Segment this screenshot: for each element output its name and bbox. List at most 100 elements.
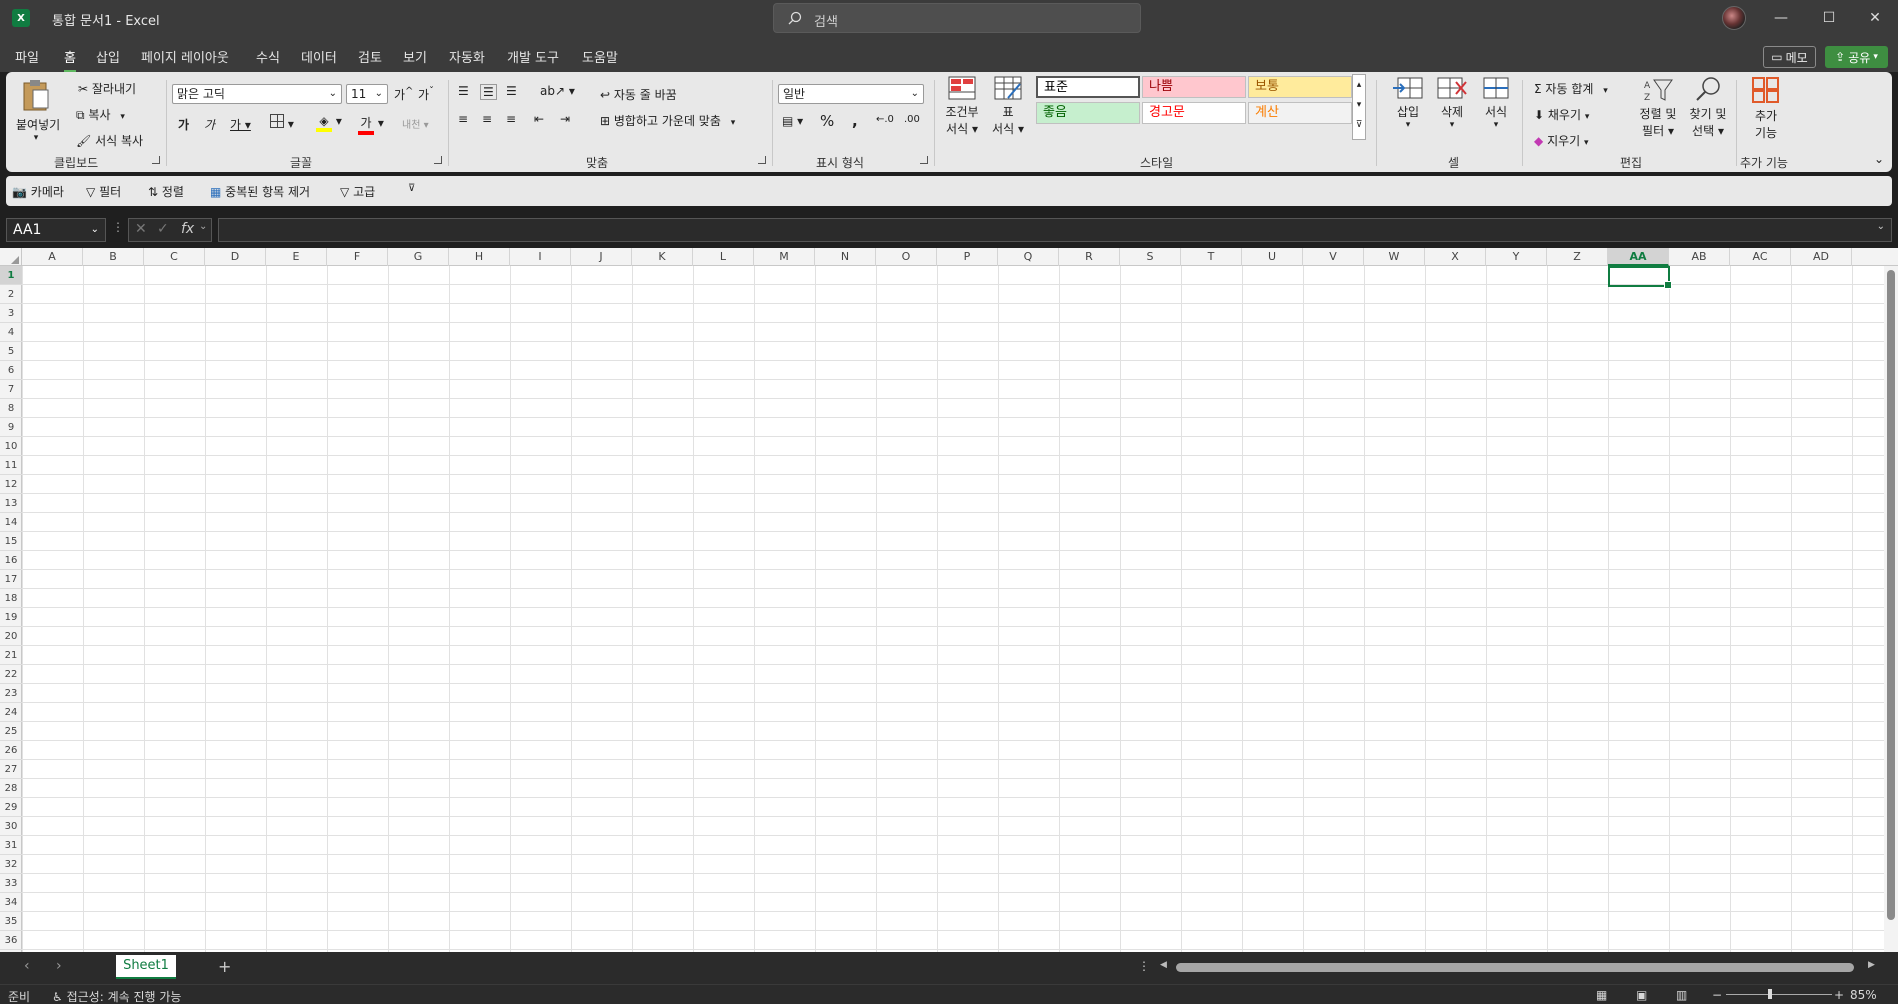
row-header[interactable]: 17	[0, 570, 22, 589]
row-header[interactable]: 32	[0, 855, 22, 874]
paste-button[interactable]: 붙여넣기 ▾	[16, 78, 60, 148]
align-right-button[interactable]: ≡	[506, 112, 516, 126]
column-header[interactable]: D	[205, 248, 266, 266]
gallery-scroll-buttons[interactable]: ▴ ▾ ⊽	[1352, 74, 1366, 140]
row-header[interactable]: 13	[0, 494, 22, 513]
column-header[interactable]: Y	[1486, 248, 1547, 266]
close-button[interactable]: ✕	[1852, 0, 1898, 36]
column-header[interactable]: C	[144, 248, 205, 266]
row-header[interactable]: 25	[0, 722, 22, 741]
column-header[interactable]: AA	[1608, 248, 1669, 266]
name-box[interactable]: AA1 ⌄	[6, 218, 106, 242]
next-sheet-icon[interactable]: ›	[56, 958, 62, 974]
row-header[interactable]: 18	[0, 589, 22, 608]
align-center-button[interactable]: ≡	[482, 112, 492, 126]
column-header[interactable]: U	[1242, 248, 1303, 266]
vertical-scrollbar-thumb[interactable]	[1887, 270, 1895, 920]
column-header[interactable]: P	[937, 248, 998, 266]
share-button[interactable]: ⇪ 공유 ▾	[1825, 46, 1888, 68]
row-header[interactable]: 34	[0, 893, 22, 912]
column-header[interactable]: AB	[1669, 248, 1730, 266]
merge-center-button[interactable]: ⊞ 병합하고 가운데 맞춤 ▾	[600, 112, 735, 129]
row-header[interactable]: 7	[0, 380, 22, 399]
align-left-button[interactable]: ≡	[458, 112, 468, 126]
format-as-table-button[interactable]: 표 서식 ▾	[990, 76, 1026, 137]
alignment-launcher-icon[interactable]	[758, 156, 766, 164]
column-header[interactable]: J	[571, 248, 632, 266]
sheet-tab-sheet1[interactable]: Sheet1	[116, 955, 176, 979]
column-header[interactable]: M	[754, 248, 815, 266]
insert-function-button[interactable]: fx	[181, 221, 194, 237]
accounting-format-button[interactable]: ▤ ▾	[782, 114, 803, 128]
row-header[interactable]: 8	[0, 399, 22, 418]
search-box[interactable]: 검색	[773, 3, 1141, 33]
increase-font-button[interactable]: 가^	[394, 86, 413, 103]
column-header[interactable]: AD	[1791, 248, 1852, 266]
page-break-view-icon[interactable]: ▥	[1676, 988, 1687, 1002]
column-header[interactable]: T	[1181, 248, 1242, 266]
column-header[interactable]: G	[388, 248, 449, 266]
filter-button[interactable]: ▽ 필터	[86, 183, 121, 200]
row-header[interactable]: 30	[0, 817, 22, 836]
copy-button[interactable]: ⧉ 복사 ▾	[76, 106, 125, 123]
font-name-select[interactable]: 맑은 고딕 ⌄	[172, 84, 342, 104]
tab-page-layout[interactable]: 페이지 레이아웃	[141, 47, 229, 66]
row-header[interactable]: 12	[0, 475, 22, 494]
more-options-icon[interactable]: ⋮	[1138, 959, 1150, 973]
horizontal-scrollbar-thumb[interactable]	[1176, 963, 1854, 972]
font-launcher-icon[interactable]	[434, 156, 442, 164]
percent-button[interactable]: %	[820, 112, 834, 130]
tab-file[interactable]: 파일	[15, 47, 39, 66]
zoom-level[interactable]: 85%	[1850, 988, 1877, 1002]
number-launcher-icon[interactable]	[920, 156, 928, 164]
bold-button[interactable]: 가	[178, 116, 189, 133]
row-header[interactable]: 20	[0, 627, 22, 646]
format-cells-button[interactable]: 서식 ▾	[1476, 76, 1516, 130]
tab-insert[interactable]: 삽입	[96, 47, 120, 66]
column-header[interactable]: O	[876, 248, 937, 266]
font-color-button[interactable]: 가 ▾	[358, 114, 384, 135]
row-header[interactable]: 9	[0, 418, 22, 437]
align-bottom-button[interactable]: ☰	[506, 84, 517, 98]
column-header[interactable]: R	[1059, 248, 1120, 266]
underline-button[interactable]: 가 ▾	[230, 116, 251, 133]
row-header[interactable]: 14	[0, 513, 22, 532]
comma-button[interactable]: ,	[852, 112, 858, 130]
find-select-button[interactable]: 찾기 및 선택 ▾	[1684, 76, 1732, 139]
italic-button[interactable]: 가	[204, 116, 215, 133]
tab-home[interactable]: 홈	[64, 47, 76, 72]
decrease-indent-button[interactable]: ⇤	[534, 112, 544, 126]
number-format-select[interactable]: 일반 ⌄	[778, 84, 924, 104]
row-header[interactable]: 19	[0, 608, 22, 627]
advanced-filter-button[interactable]: ▽ 고급	[340, 183, 375, 200]
row-header[interactable]: 33	[0, 874, 22, 893]
cell-area[interactable]	[22, 266, 1886, 952]
avatar[interactable]	[1722, 6, 1746, 30]
insert-cells-button[interactable]: 삽입 ▾	[1388, 76, 1428, 130]
conditional-format-button[interactable]: 조건부 서식 ▾	[942, 76, 982, 137]
row-header[interactable]: 11	[0, 456, 22, 475]
style-normal[interactable]: 표준	[1036, 76, 1140, 98]
row-header[interactable]: 35	[0, 912, 22, 931]
sort-button[interactable]: ⇅ 정렬	[148, 183, 184, 200]
formula-input[interactable]: ⌄	[218, 218, 1892, 242]
maximize-button[interactable]: ☐	[1806, 0, 1852, 36]
column-header[interactable]: Z	[1547, 248, 1608, 266]
more-dots-icon[interactable]: ⋮	[112, 220, 124, 234]
tab-formulas[interactable]: 수식	[256, 47, 280, 66]
page-layout-view-icon[interactable]: ▣	[1636, 988, 1647, 1002]
row-header[interactable]: 5	[0, 342, 22, 361]
row-header[interactable]: 28	[0, 779, 22, 798]
tab-help[interactable]: 도움말	[582, 47, 618, 66]
row-header[interactable]: 23	[0, 684, 22, 703]
cut-button[interactable]: ✂ 잘라내기	[78, 80, 136, 97]
autosum-button[interactable]: Σ 자동 합계 ▾	[1534, 80, 1608, 97]
decrease-decimal-button[interactable]: .00	[904, 114, 920, 125]
enter-icon[interactable]: ✓	[157, 221, 169, 237]
column-header[interactable]: I	[510, 248, 571, 266]
tab-view[interactable]: 보기	[403, 47, 427, 66]
column-header[interactable]: E	[266, 248, 327, 266]
select-all-corner[interactable]	[0, 248, 22, 266]
fill-button[interactable]: ⬇ 채우기 ▾	[1534, 106, 1589, 123]
align-top-button[interactable]: ☰	[458, 84, 469, 98]
